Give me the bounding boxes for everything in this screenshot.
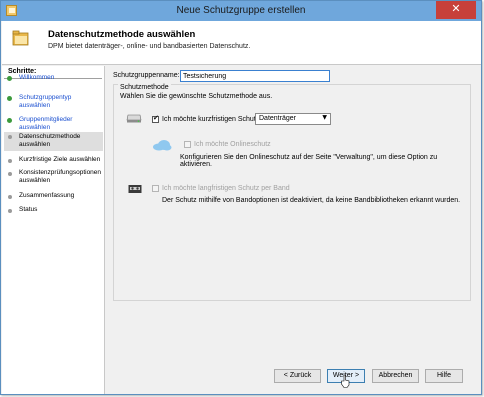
step-pending-icon	[8, 209, 12, 213]
close-button[interactable]: ✕	[436, 1, 476, 19]
tape-label: Ich möchte langfristigen Schutz per Band	[162, 185, 290, 192]
step-label[interactable]: Schutzgruppentyp auswählen	[4, 94, 103, 110]
tape-icon	[128, 185, 142, 193]
cancel-button[interactable]: Abbrechen	[372, 369, 419, 383]
step-pending-icon	[8, 135, 12, 139]
step-short-term-goals: Kurzfristige Ziele auswählen	[4, 156, 103, 164]
method-prompt: Wählen Sie die gewünschte Schutzmethode …	[120, 93, 273, 100]
step-done-icon	[7, 76, 12, 81]
disk-drive-icon	[126, 114, 142, 123]
steps-sidebar: Schritte: Willkommen Schutzgruppentyp au…	[2, 66, 105, 394]
online-description: Konfigurieren Sie den Onlineschutz auf d…	[180, 154, 438, 168]
tape-checkbox[interactable]	[152, 185, 159, 192]
step-label: Status	[19, 206, 38, 213]
protection-method-group: Schutzmethode Wählen Sie die gewünschte …	[113, 84, 471, 301]
step-welcome[interactable]: Willkommen	[4, 74, 103, 82]
step-label: Konsistenzprüfungsoptionen auswählen	[19, 169, 102, 184]
online-label: Ich möchte Onlineschutz	[194, 141, 271, 148]
title-bar[interactable]: Neue Schutzgruppe erstellen ✕	[1, 1, 481, 21]
step-protection-method: Datenschutzmethode auswählen	[4, 132, 103, 151]
online-checkbox[interactable]	[184, 141, 191, 148]
page-title: Datenschutzmethode auswählen	[48, 29, 196, 40]
step-pending-icon	[8, 195, 12, 199]
step-label: Kurzfristige Ziele auswählen	[19, 156, 101, 163]
window-title: Neue Schutzgruppe erstellen	[176, 5, 306, 16]
cursor-icon	[341, 375, 350, 388]
folder-stack-icon	[12, 30, 29, 46]
step-done-icon	[7, 96, 12, 101]
short-term-select[interactable]: Datenträger ▼	[255, 113, 331, 125]
wizard-header: Datenschutzmethode auswählen DPM bietet …	[2, 21, 481, 65]
button-row: < Zurück Weiter > Abbrechen Hilfe	[1, 369, 483, 383]
step-status: Status	[4, 206, 103, 214]
step-label: Zusammenfassung	[19, 192, 75, 199]
step-group-type[interactable]: Schutzgruppentyp auswählen	[4, 94, 103, 110]
page-subtitle: DPM bietet datenträger-, online- und ban…	[48, 43, 251, 50]
step-label: Datenschutzmethode auswählen	[19, 133, 81, 148]
wizard-window: Neue Schutzgruppe erstellen ✕ Datenschut…	[0, 0, 482, 395]
step-pending-icon	[8, 159, 12, 163]
group-title: Schutzmethode	[118, 84, 171, 91]
step-consistency-options: Konsistenzprüfungsoptionen auswählen	[4, 169, 103, 185]
cloud-icon	[153, 140, 172, 151]
short-term-checkbox[interactable]	[152, 114, 159, 123]
step-label[interactable]: Willkommen	[4, 74, 103, 82]
step-label[interactable]: Gruppenmitglieder auswählen	[4, 116, 103, 132]
wizard-content: Schutzgruppenname: Schutzmethode Wählen …	[105, 66, 481, 366]
group-name-input[interactable]	[180, 70, 330, 82]
back-button[interactable]: < Zurück	[274, 369, 321, 383]
chevron-down-icon: ▼	[322, 114, 327, 121]
short-term-select-value: Datenträger	[259, 115, 296, 122]
step-pending-icon	[8, 172, 12, 176]
help-button[interactable]: Hilfe	[425, 369, 463, 383]
group-name-label: Schutzgruppenname:	[113, 72, 180, 79]
step-done-icon	[7, 118, 12, 123]
tape-description: Der Schutz mithilfe von Bandoptionen ist…	[162, 197, 461, 204]
step-group-members[interactable]: Gruppenmitglieder auswählen	[4, 116, 103, 132]
step-summary: Zusammenfassung	[4, 192, 103, 200]
